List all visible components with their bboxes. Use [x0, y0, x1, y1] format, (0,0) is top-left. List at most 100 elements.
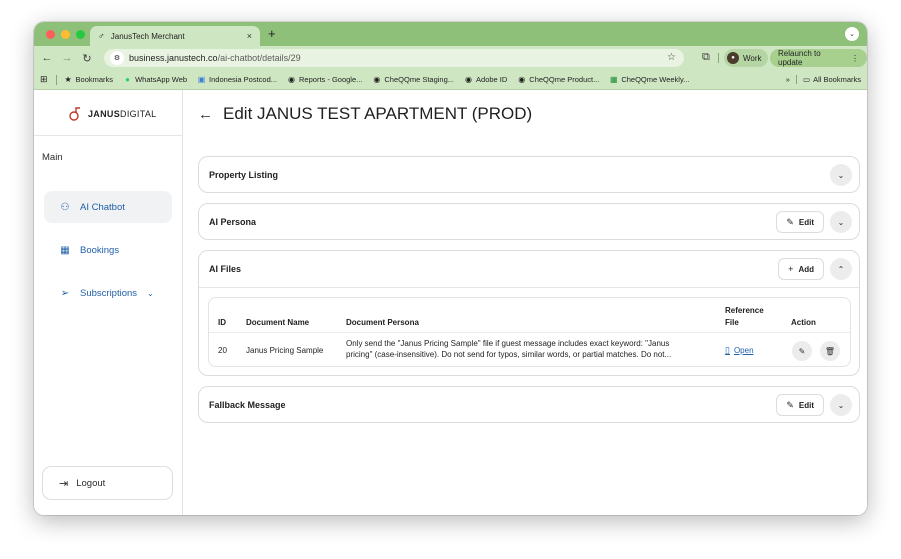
site-info-icon[interactable]: ⚙	[110, 51, 124, 65]
tab-title: JanusTech Merchant	[110, 31, 185, 41]
send-icon: ➢	[60, 287, 70, 299]
browser-tab[interactable]: ♂ JanusTech Merchant ×	[90, 26, 260, 46]
column-header-document-persona: Document Persona	[346, 318, 419, 327]
janus-favicon-icon: ♂	[98, 31, 105, 41]
open-file-label: Open	[733, 346, 754, 355]
globe-icon: ◉	[465, 75, 472, 84]
bookmark-star-icon[interactable]: ☆	[667, 52, 676, 63]
all-bookmarks-button[interactable]: ▭ All Bookmarks	[803, 75, 861, 84]
relaunch-button[interactable]: Relaunch to update ⋮	[770, 49, 867, 67]
persona-line-2: pricing" (case-insensitive). Do not send…	[346, 350, 672, 359]
card-title: AI Files	[209, 264, 242, 274]
back-arrow-icon[interactable]: ←	[198, 106, 213, 123]
browser-window: ♂ JanusTech Merchant × + ⌄ ← → ↻ ⚙ busin…	[34, 22, 867, 515]
janus-logo-icon	[69, 107, 80, 121]
sidebar-item-label: AI Chatbot	[80, 201, 125, 213]
header-divider	[209, 332, 850, 333]
bookmark-item[interactable]: ◉ Reports - Google...	[287, 75, 362, 84]
globe-icon: ◉	[373, 75, 381, 84]
bookmark-label: Adobe ID	[476, 75, 508, 84]
sidebar-item-subscriptions[interactable]: ➢ Subscriptions ⌄	[44, 277, 172, 309]
sidebar-section-title: Main	[42, 152, 63, 163]
bookmark-label: CheQQme Staging...	[384, 75, 455, 84]
logo-rest-text: DIGITAL	[120, 109, 157, 119]
brand-logo[interactable]: JANUS DIGITAL	[68, 107, 156, 121]
property-listing-card: Property Listing ⌄	[198, 156, 860, 193]
trash-icon: 🗑	[824, 346, 836, 356]
add-label: Add	[798, 264, 814, 274]
page-title: Edit JANUS TEST APARTMENT (PROD)	[223, 104, 533, 123]
bookmark-item[interactable]: ◉ Adobe ID	[464, 75, 507, 84]
add-file-button[interactable]: + Add	[778, 258, 824, 280]
collapse-chevron-up-icon[interactable]: ⌃	[830, 258, 852, 280]
column-header-reference: Reference	[725, 306, 764, 315]
ai-files-table: ID Document Name Document Persona Refere…	[208, 297, 851, 367]
cell-document-name: Janus Pricing Sample	[246, 346, 324, 355]
bookmark-item[interactable]: ▣ Indonesia Postcod...	[197, 75, 277, 84]
tab-search-button[interactable]: ⌄	[845, 27, 859, 41]
bookmark-label: CheQQme Weekly...	[621, 75, 690, 84]
card-title: AI Persona	[209, 217, 257, 227]
new-tab-button[interactable]: +	[268, 27, 276, 41]
card-header[interactable]: AI Persona	[199, 204, 859, 240]
bookmark-item[interactable]: ★ Bookmarks	[64, 75, 113, 84]
apps-grid-icon[interactable]: ⊞	[40, 74, 48, 85]
bookmarks-divider	[56, 75, 57, 85]
sidebar-item-bookings[interactable]: ▦ Bookings	[44, 234, 172, 266]
cell-document-persona: Only send the "Janus Pricing Sample" fil…	[346, 338, 716, 360]
bookmark-item[interactable]: ◉ CheQQme Product...	[517, 75, 599, 84]
ai-persona-card: AI Persona ✎ Edit ⌄	[198, 203, 860, 240]
edit-icon: ✎	[786, 216, 794, 227]
delete-file-button[interactable]: 🗑	[820, 341, 840, 361]
bookmark-item[interactable]: ● WhatsApp Web	[123, 75, 187, 84]
globe-icon: ◉	[288, 75, 295, 84]
profile-chip[interactable]: ● Work	[724, 49, 768, 67]
logout-icon: ⇥	[59, 477, 69, 490]
bookmark-item[interactable]: ◉ CheQQme Staging...	[372, 75, 454, 84]
bookmarks-right: » ▭ All Bookmarks	[786, 75, 861, 84]
profile-avatar-icon: ●	[727, 52, 739, 64]
close-window-button[interactable]	[46, 30, 55, 39]
tab-strip: ♂ JanusTech Merchant × + ⌄	[34, 22, 867, 46]
page-header: ← Edit JANUS TEST APARTMENT (PROD)	[198, 104, 532, 124]
bookmark-item[interactable]: ▦ CheQQme Weekly...	[609, 75, 689, 84]
ai-files-card: AI Files + Add ⌃ ID Document Name Docume…	[198, 250, 860, 376]
whatsapp-icon: ●	[125, 75, 130, 84]
globe-icon: ◉	[518, 75, 526, 84]
bookmarks-bar: ⊞ ★ Bookmarks ● WhatsApp Web ▣ Indonesia Post…	[34, 70, 867, 90]
card-actions: + Add ⌃	[778, 258, 852, 280]
app-content: JANUS DIGITAL Main ⚇ AI Chatbot ▦ Booking…	[34, 90, 867, 515]
sidebar-item-label: Bookings	[80, 244, 120, 256]
logout-label: Logout	[76, 477, 106, 489]
logout-button[interactable]: ⇥ Logout	[42, 466, 173, 500]
back-arrow-icon[interactable]: ←	[40, 52, 54, 64]
card-header[interactable]: Property Listing	[199, 157, 859, 193]
expand-chevron-down-icon[interactable]: ⌄	[830, 394, 852, 416]
star-icon: ★	[64, 75, 72, 84]
expand-chevron-down-icon[interactable]: ⌄	[830, 211, 852, 233]
edit-persona-button[interactable]: ✎ Edit	[776, 211, 824, 233]
sheet-icon: ▦	[610, 75, 618, 84]
edit-fallback-button[interactable]: ✎ Edit	[776, 394, 824, 416]
card-divider	[199, 287, 859, 288]
reload-icon[interactable]: ↻	[80, 52, 94, 65]
minimize-window-button[interactable]	[61, 30, 70, 39]
forward-arrow-icon[interactable]: →	[60, 52, 74, 64]
edit-file-button[interactable]: ✎	[792, 341, 812, 361]
address-bar[interactable]: ⚙ business.janustech.co/ai-chatbot/detai…	[104, 49, 684, 67]
persona-line-1: Only send the "Janus Pricing Sample" fil…	[346, 339, 670, 348]
all-bookmarks-label: All Bookmarks	[813, 75, 861, 84]
tab-close-icon[interactable]: ×	[247, 31, 252, 41]
sidebar-item-ai-chatbot[interactable]: ⚇ AI Chatbot	[44, 191, 172, 223]
card-header[interactable]: AI Files	[199, 251, 859, 287]
expand-chevron-down-icon[interactable]: ⌄	[830, 164, 852, 186]
open-file-link[interactable]: ▯ Open	[725, 345, 754, 356]
extensions-icon[interactable]: ⧉	[702, 51, 710, 64]
edit-icon: ✎	[798, 346, 806, 356]
more-bookmarks-icon[interactable]: »	[786, 75, 790, 84]
cell-id: 20	[218, 346, 227, 355]
card-header[interactable]: Fallback Message	[199, 387, 859, 423]
maximize-window-button[interactable]	[76, 30, 85, 39]
logo-bold-text: JANUS	[88, 109, 121, 119]
profile-label: Work	[743, 53, 762, 63]
